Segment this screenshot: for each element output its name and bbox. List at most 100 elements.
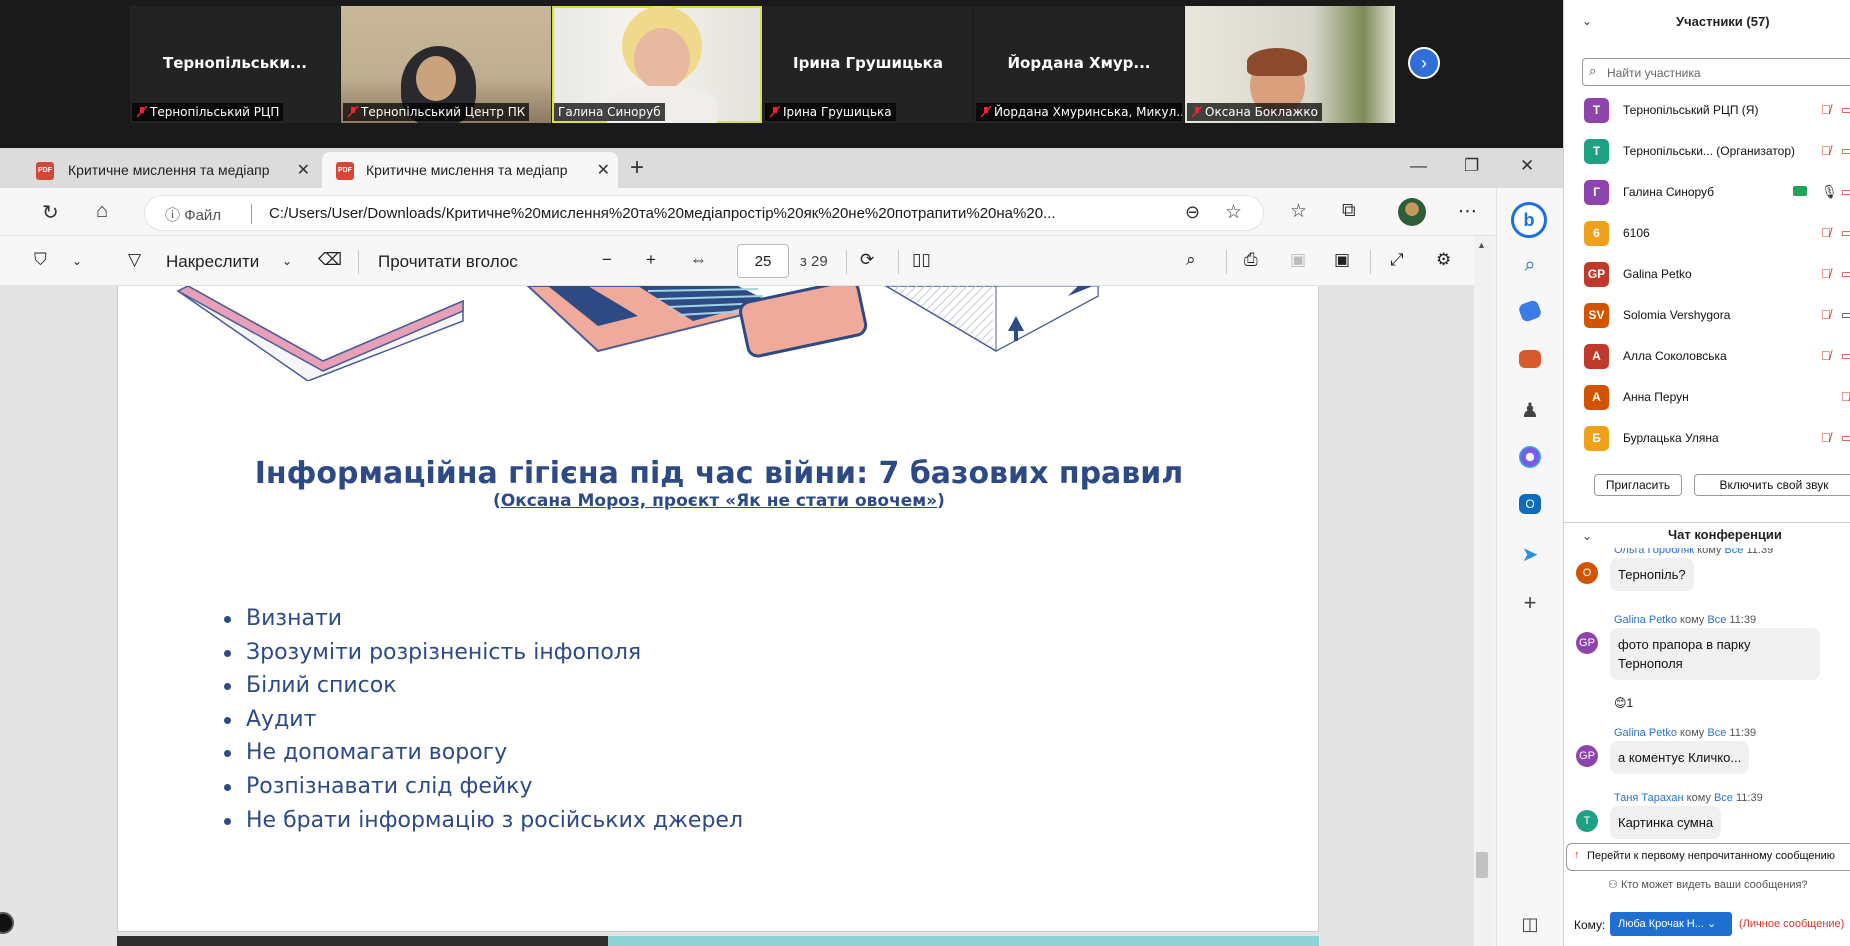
video-off-icon: ▭ [1841,102,1850,117]
tools-icon[interactable] [1519,350,1541,368]
next-page-arrow-icon[interactable]: › [1408,47,1440,79]
address-bar[interactable]: ⓘ Файл C:/Users/User/Downloads/Критичне%… [144,195,1264,231]
microsoft365-icon[interactable] [1519,446,1541,468]
print-icon[interactable]: ⎙ [1244,250,1258,270]
participant-row[interactable]: SV Solomia Vershygora 🎙̸ ▭ [1564,295,1850,336]
invite-button[interactable]: Пригласить [1594,474,1682,496]
rotate-icon[interactable]: ⟳ [860,250,874,270]
read-aloud-button[interactable]: Прочитати вголос [378,252,518,272]
zoom-in-icon[interactable]: + [646,250,656,270]
restore-icon[interactable]: ❐ [1464,156,1479,176]
outlook-icon[interactable]: O [1519,494,1541,514]
search-icon[interactable]: ⌕ [1186,250,1196,270]
send-icon[interactable]: ➤ [1517,542,1543,568]
page-total: з 29 [800,253,828,270]
pdf-scrollbar[interactable]: ▲ [1474,236,1490,946]
zoom-out-icon[interactable]: − [602,250,612,270]
muted-mic-icon [1192,106,1202,118]
settings-gear-icon[interactable]: ⚙ [1436,250,1451,270]
divider [1370,250,1371,274]
pdf-toolbar: ⛉ ⌄ ▽ Накреслити ⌄ ⌫ Прочитати вголос − … [0,236,1490,286]
zoom-out-icon[interactable]: ⊖ [1185,202,1200,223]
participant-row[interactable]: GP Galina Petko 🎙̸ ▭ [1564,254,1850,295]
add-icon[interactable]: + [1517,590,1543,616]
search-icon[interactable]: ⌕ [1517,254,1543,280]
muted-mic-icon[interactable]: 🎙̸ [1821,102,1831,117]
emoji-reaction[interactable]: 😊1 [1614,696,1633,710]
minimize-icon[interactable]: — [1410,156,1427,176]
video-tile-active-speaker[interactable]: Галина Синоруб [552,6,762,123]
arrow-up-icon: ↑ [1574,849,1580,861]
chat-messages[interactable]: Ольга Горобляк кому Все 11:39 О Тернопіл… [1564,548,1850,842]
video-off-icon: ▭ [1841,143,1850,158]
muted-mic-icon: 🎙̸ [1821,143,1831,158]
close-window-icon[interactable]: ✕ [1520,156,1534,176]
source-link[interactable]: Оксана Мороз, проєкт «Як не стати овочем… [501,491,937,511]
participant-row[interactable]: Т Тернопільськи... (Организатор) 🎙̸ ▭ [1564,131,1850,172]
save-as-icon[interactable]: ▣ [1334,250,1350,270]
page-view-icon[interactable]: ▯▯ [912,250,931,270]
participant-display-name: Ірина Грушицька [793,54,943,72]
browser-tab[interactable]: PDF Критичне мислення та медіапр ✕ [0,152,318,188]
muted-mic-icon: 🎙̸ [1821,348,1831,363]
page-number-input[interactable]: 25 [737,244,789,278]
scroll-up-icon[interactable]: ▲ [1477,240,1486,250]
save-icon[interactable]: ▣ [1290,250,1306,270]
people-icon: ⚇ [1608,879,1618,891]
url-text[interactable]: C:/Users/User/Downloads/Критичне%20мисле… [269,205,1189,222]
muted-mic-icon: 🎙̸ [1841,389,1850,404]
participant-search-input[interactable]: ⌕ Найти участника [1582,58,1850,86]
sidebar-toggle-icon[interactable]: ◫ [1517,914,1543,940]
copilot-icon[interactable]: b [1511,202,1547,238]
chevron-down-icon[interactable]: ⌄ [72,254,82,268]
draw-button[interactable]: Накреслити [166,252,259,272]
participant-row[interactable]: Б Бурлацька Уляна 🎙̸ ▭ [1564,418,1850,459]
highlight-icon[interactable]: ⛉ [34,250,47,270]
recipient-select[interactable]: Люба Крочак Н... ⌄ [1610,912,1732,936]
screen-share-icon [1793,186,1807,196]
video-tile[interactable]: Тернопільський Центр ПК [341,6,551,123]
collections-icon[interactable]: ⧉ [1342,200,1356,222]
shopping-tag-icon[interactable] [1517,299,1543,323]
participant-row[interactable]: Г Галина Синоруб 🎙 ▭ [1564,172,1850,213]
refresh-icon[interactable]: ↻ [42,200,59,225]
video-tile[interactable]: Оксана Боклажко [1185,6,1395,123]
fit-page-icon[interactable]: ⇔ [690,250,707,270]
chevron-down-icon[interactable]: ⌄ [1582,529,1592,543]
more-icon[interactable]: ⋯ [1458,200,1477,223]
games-icon[interactable]: ♟ [1517,398,1543,424]
video-strip: Тернопільськи... Тернопільський РЦП Терн… [0,0,1563,148]
participant-row[interactable]: Т Тернопільський РЦП (Я) 🎙̸ ▭ [1564,90,1850,131]
unmute-button[interactable]: Включить свой звук [1694,474,1850,496]
participant-name: Тернопільський РЦП (Я) [1623,103,1759,117]
message-meta: Galina Petko кому Все 11:39 [1614,727,1757,739]
new-tab-icon[interactable]: + [630,154,644,182]
jump-to-unread-button[interactable]: ↑ Перейти к первому непрочитанному сообще… [1566,843,1850,871]
participant-row[interactable]: А Алла Соколовська 🎙̸ ▭ [1564,336,1850,377]
chevron-down-icon[interactable]: ⌄ [1582,14,1592,28]
scrollbar-thumb[interactable] [1476,852,1488,878]
video-tile[interactable]: Ірина Грушицька Ірина Грушицька [763,6,973,123]
chevron-down-icon[interactable]: ⌄ [282,254,292,268]
participant-label: Ірина Грушицька [765,103,896,121]
pdf-icon: PDF [36,162,54,180]
who-can-see-link[interactable]: ⚇ Кто может видеть ваши сообщения? [1608,878,1808,891]
site-info[interactable]: ⓘ Файл [165,204,221,225]
close-tab-icon[interactable]: ✕ [597,160,610,180]
message-meta: Ольга Горобляк кому Все 11:39 [1614,548,1774,556]
participant-row[interactable]: 6 6106 🎙̸ ▭ [1564,213,1850,254]
fullscreen-icon[interactable]: ⤢ [1390,250,1404,270]
pdf-viewer[interactable]: Інформаційна гігієна під час війни: 7 ба… [0,286,1474,946]
close-tab-icon[interactable]: ✕ [297,160,310,180]
favorites-icon[interactable]: ☆ [1290,200,1307,223]
home-icon[interactable]: ⌂ [96,200,108,223]
draw-icon[interactable]: ▽ [128,250,141,270]
video-tile[interactable]: Тернопільськи... Тернопільський РЦП [130,6,340,123]
muted-mic-icon: 🎙̸ [1821,266,1831,281]
video-tile[interactable]: Йордана Хмур... Йордана Хмуринська, Мику… [974,6,1184,123]
browser-tab-active[interactable]: PDF Критичне мислення та медіапр ✕ [322,152,618,188]
profile-avatar[interactable] [1398,198,1426,226]
add-favorite-icon[interactable]: ☆ [1225,201,1242,224]
participant-row[interactable]: А Анна Перун 🎙̸ [1564,377,1850,418]
eraser-icon[interactable]: ⌫ [318,250,342,270]
